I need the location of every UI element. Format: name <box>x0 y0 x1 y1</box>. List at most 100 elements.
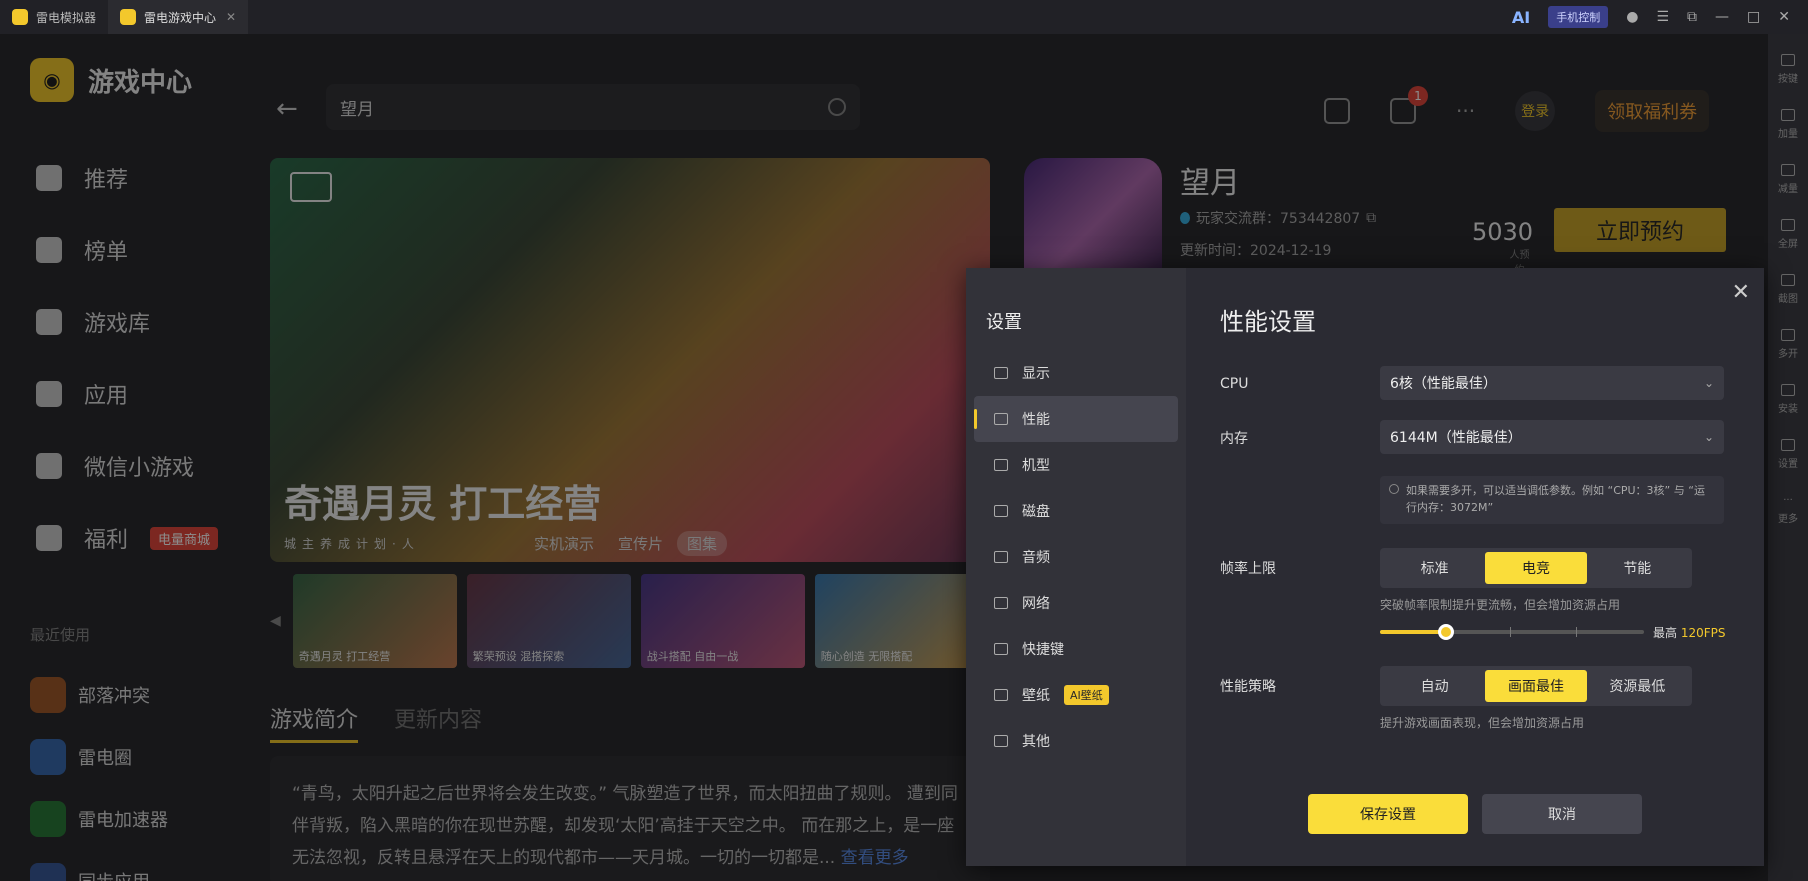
panel-title: 性能设置 <box>1220 308 1316 336</box>
tool-volume-up[interactable]: 加量 <box>1778 97 1798 152</box>
fps-option-standard[interactable]: 标准 <box>1384 552 1485 584</box>
title-bar: 雷电模拟器 雷电游戏中心 ✕ AI 手机控制 ● ☰ ⧉ — □ ✕ <box>0 0 1808 34</box>
tip-text: 如果需要多开，可以适当调低参数。例如 “CPU：3核” 与 “运行内存：3072… <box>1406 484 1705 514</box>
volume-down-icon <box>1781 164 1795 176</box>
minimize-icon[interactable]: — <box>1715 9 1729 25</box>
monitor-icon <box>994 367 1008 379</box>
fps-max: 最高 120FPS <box>1653 624 1726 641</box>
cancel-button[interactable]: 取消 <box>1482 794 1642 834</box>
tool-label: 多开 <box>1778 349 1798 360</box>
audio-icon <box>994 551 1008 563</box>
tool-more[interactable]: ··· 更多 <box>1778 482 1798 537</box>
phone-control-button[interactable]: 手机控制 <box>1548 6 1609 28</box>
settings-item-disk[interactable]: 磁盘 <box>974 488 1178 534</box>
strategy-option-quality[interactable]: 画面最佳 <box>1485 670 1587 702</box>
tool-label: 安装 <box>1778 404 1798 415</box>
close-window-icon[interactable]: ✕ <box>1778 9 1790 25</box>
cpu-value: 6核（性能最佳） <box>1390 376 1497 392</box>
grid-icon <box>994 735 1008 747</box>
menu-icon[interactable]: ☰ <box>1656 9 1669 25</box>
fps-note: 突破帧率限制提升更流畅，但会增加资源占用 <box>1380 598 1621 612</box>
strategy-segmented: 自动 画面最佳 资源最低 <box>1380 666 1692 706</box>
settings-sidebar: 设置 显示 性能 机型 磁盘 音频 网络 快捷键 壁纸 AI壁纸 其他 <box>966 268 1186 866</box>
tool-label: 减量 <box>1778 184 1798 195</box>
tab-label: 雷电游戏中心 <box>144 10 217 25</box>
fps-option-esports[interactable]: 电竞 <box>1485 552 1587 584</box>
strategy-note: 提升游戏画面表现，但会增加资源占用 <box>1380 716 1585 730</box>
close-tab-icon[interactable]: ✕ <box>226 10 236 24</box>
tool-install[interactable]: 安装 <box>1778 372 1798 427</box>
keyboard-icon <box>1781 54 1795 66</box>
maximize-icon[interactable]: □ <box>1747 9 1760 25</box>
gear-icon <box>1781 439 1795 451</box>
fps-segmented: 标准 电竞 节能 <box>1380 548 1692 588</box>
strategy-label: 性能策略 <box>1220 679 1276 695</box>
menu-label: 其他 <box>1022 734 1050 750</box>
cpu-select[interactable]: 6核（性能最佳） ⌄ <box>1380 366 1724 400</box>
settings-item-device[interactable]: 机型 <box>974 442 1178 488</box>
strategy-option-resource[interactable]: 资源最低 <box>1587 670 1688 702</box>
menu-label: 磁盘 <box>1022 504 1050 520</box>
slider-fill <box>1380 630 1446 634</box>
tool-multi[interactable]: 多开 <box>1778 317 1798 372</box>
memory-label: 内存 <box>1220 431 1248 447</box>
install-icon <box>1781 384 1795 396</box>
tool-label: 加量 <box>1778 129 1798 140</box>
tool-fullscreen[interactable]: 全屏 <box>1778 207 1798 262</box>
tool-volume-down[interactable]: 减量 <box>1778 152 1798 207</box>
more-dots-icon: ··· <box>1783 494 1793 506</box>
tool-label: 全屏 <box>1778 239 1798 250</box>
fps-slider[interactable] <box>1380 624 1644 640</box>
fps-max-value: 120FPS <box>1680 626 1726 640</box>
multi-instance-icon <box>1781 329 1795 341</box>
menu-label: 网络 <box>1022 596 1050 612</box>
tool-label: 设置 <box>1778 459 1798 470</box>
chevron-down-icon: ⌄ <box>1703 376 1714 390</box>
disk-icon <box>994 505 1008 517</box>
settings-item-performance[interactable]: 性能 <box>974 396 1178 442</box>
settings-item-network[interactable]: 网络 <box>974 580 1178 626</box>
phone-icon <box>994 459 1008 471</box>
menu-label: 壁纸 <box>1022 688 1050 704</box>
save-button[interactable]: 保存设置 <box>1308 794 1468 834</box>
ai-icon[interactable]: AI <box>1512 8 1530 27</box>
settings-item-other[interactable]: 其他 <box>974 718 1178 764</box>
tab-label: 雷电模拟器 <box>36 10 97 25</box>
fps-option-eco[interactable]: 节能 <box>1587 552 1688 584</box>
slider-knob[interactable] <box>1438 624 1454 640</box>
settings-item-wallpaper[interactable]: 壁纸 AI壁纸 <box>974 672 1178 718</box>
settings-item-hotkeys[interactable]: 快捷键 <box>974 626 1178 672</box>
palette-icon <box>994 689 1008 701</box>
tool-screenshot[interactable]: 截图 <box>1778 262 1798 317</box>
menu-label: 音频 <box>1022 550 1050 566</box>
scissors-icon <box>1781 274 1795 286</box>
emulator-toolbar: 按键 加量 减量 全屏 截图 多开 安装 设置 ··· 更多 <box>1768 34 1808 881</box>
user-icon[interactable]: ● <box>1626 9 1638 25</box>
close-icon[interactable]: ✕ <box>1732 280 1750 305</box>
multi-instance-tip: 如果需要多开，可以适当调低参数。例如 “CPU：3核” 与 “运行内存：3072… <box>1380 476 1724 524</box>
settings-item-audio[interactable]: 音频 <box>974 534 1178 580</box>
performance-icon <box>994 413 1008 425</box>
menu-label: 显示 <box>1022 366 1050 382</box>
ai-wallpaper-badge: AI壁纸 <box>1064 685 1109 705</box>
tool-keymap[interactable]: 按键 <box>1778 42 1798 97</box>
game-center-icon <box>120 9 137 25</box>
performance-panel: 性能设置 ✕ CPU 6核（性能最佳） ⌄ 内存 6144M（性能最佳） ⌄ 如… <box>1186 268 1764 866</box>
slider-tick <box>1510 627 1511 637</box>
info-icon <box>1389 484 1399 494</box>
tab-game-center[interactable]: 雷电游戏中心 ✕ <box>108 0 249 34</box>
memory-select[interactable]: 6144M（性能最佳） ⌄ <box>1380 420 1724 454</box>
fps-max-label: 最高 <box>1653 626 1678 640</box>
settings-title: 设置 <box>986 312 1022 333</box>
strategy-option-auto[interactable]: 自动 <box>1384 670 1485 702</box>
tool-label: 按键 <box>1778 74 1798 85</box>
emulator-logo-icon <box>12 9 28 25</box>
volume-up-icon <box>1781 109 1795 121</box>
restore-icon[interactable]: ⧉ <box>1687 9 1697 25</box>
tool-settings[interactable]: 设置 <box>1778 427 1798 482</box>
settings-item-display[interactable]: 显示 <box>974 350 1178 396</box>
wifi-icon <box>994 597 1008 609</box>
cpu-label: CPU <box>1220 376 1249 392</box>
tool-label: 截图 <box>1778 294 1798 305</box>
tab-emulator[interactable]: 雷电模拟器 <box>0 0 108 34</box>
